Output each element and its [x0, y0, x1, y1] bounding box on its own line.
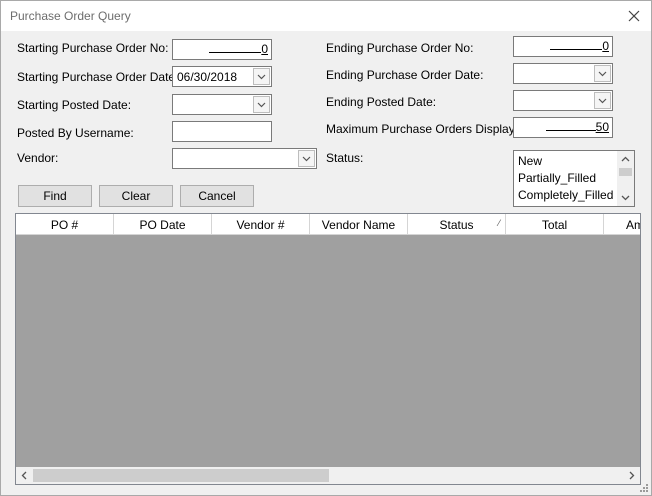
vendor-label: Vendor:	[17, 151, 59, 165]
results-grid[interactable]: PO # PO Date Vendor # Vendor Name Status…	[15, 213, 641, 485]
starting-po-field[interactable]: 0	[172, 39, 272, 60]
chevron-down-icon	[257, 74, 266, 79]
starting-po-date-picker[interactable]: 06/30/2018	[172, 66, 272, 87]
ending-po-date-label: Ending Purchase Order Date:	[326, 68, 484, 82]
ending-posted-date-label: Ending Posted Date:	[326, 95, 437, 109]
grid-header: PO # PO Date Vendor # Vendor Name Status…	[16, 214, 640, 235]
ending-po-field[interactable]: 0	[513, 36, 613, 57]
status-listbox-scroll-thumb[interactable]	[619, 168, 632, 176]
date-dropdown-button[interactable]	[594, 92, 611, 109]
cancel-button[interactable]: Cancel	[180, 185, 254, 207]
posted-by-username-label: Posted By Username:	[17, 126, 134, 140]
chevron-up-icon[interactable]	[621, 155, 630, 164]
grid-scroll-thumb[interactable]	[33, 469, 329, 482]
ending-po-date-picker[interactable]	[513, 63, 613, 84]
starting-po-date-value: 06/30/2018	[177, 70, 238, 84]
status-option-completely-filled[interactable]: Completely_Filled	[518, 188, 613, 202]
starting-po-label: Starting Purchase Order No:	[17, 41, 169, 55]
status-option-partially-filled[interactable]: Partially_Filled	[518, 171, 596, 185]
max-po-displayed-value: 50	[595, 120, 609, 134]
column-header-po-date[interactable]: PO Date	[114, 214, 212, 235]
find-button[interactable]: Find	[18, 185, 92, 207]
status-listbox[interactable]: New Partially_Filled Completely_Filled	[513, 150, 635, 207]
column-header-vendor-number[interactable]: Vendor #	[212, 214, 310, 235]
ending-po-value: 0	[602, 39, 609, 53]
ending-po-label: Ending Purchase Order No:	[326, 41, 474, 55]
chevron-down-icon	[257, 102, 266, 107]
chevron-down-icon	[598, 98, 607, 103]
close-button[interactable]	[617, 1, 651, 31]
status-label: Status:	[326, 151, 364, 165]
column-header-vendor-name[interactable]: Vendor Name	[310, 214, 408, 235]
chevron-down-icon	[302, 156, 311, 161]
vendor-dropdown-button[interactable]	[298, 150, 315, 167]
clear-button[interactable]: Clear	[99, 185, 173, 207]
vendor-dropdown[interactable]	[172, 148, 317, 169]
column-header-po-number[interactable]: PO #	[16, 214, 114, 235]
column-header-amount[interactable]: Am	[604, 214, 640, 235]
chevron-down-icon[interactable]	[621, 193, 630, 202]
date-dropdown-button[interactable]	[253, 96, 270, 113]
chevron-down-icon	[598, 71, 607, 76]
chevron-left-icon[interactable]	[20, 471, 29, 480]
status-option-new[interactable]: New	[518, 154, 542, 168]
starting-posted-date-label: Starting Posted Date:	[17, 98, 132, 112]
chevron-right-icon[interactable]	[627, 471, 636, 480]
date-dropdown-button[interactable]	[594, 65, 611, 82]
close-icon	[628, 10, 640, 22]
window-title: Purchase Order Query	[10, 9, 131, 23]
posted-by-username-field[interactable]	[172, 121, 272, 142]
max-po-displayed-field[interactable]: 50	[513, 117, 613, 138]
max-po-displayed-label: Maximum Purchase Orders Displayed:	[326, 122, 532, 136]
date-dropdown-button[interactable]	[253, 68, 270, 85]
starting-po-value: 0	[261, 42, 268, 56]
purchase-order-query-window: Purchase Order Query Starting Purchase O…	[0, 0, 652, 496]
grid-horizontal-scrollbar[interactable]	[16, 467, 640, 484]
starting-posted-date-picker[interactable]	[172, 94, 272, 115]
column-header-total[interactable]: Total	[506, 214, 604, 235]
resize-grip-icon[interactable]	[639, 483, 649, 493]
ending-posted-date-picker[interactable]	[513, 90, 613, 111]
title-bar: Purchase Order Query	[1, 1, 651, 31]
starting-po-date-label: Starting Purchase Order Date:	[17, 70, 179, 84]
status-listbox-scrollbar[interactable]	[617, 151, 634, 206]
sort-indicator-icon: ⁄	[498, 218, 500, 228]
column-header-status[interactable]: Status ⁄	[408, 214, 506, 235]
